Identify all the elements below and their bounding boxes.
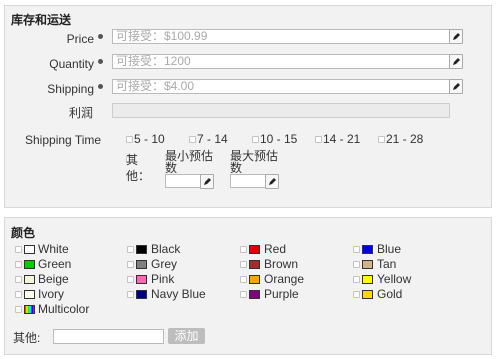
- color-checkbox-blue[interactable]: [353, 246, 360, 253]
- shipping-time-other-label: 其他：: [126, 153, 151, 183]
- color-other-label: 其他:: [13, 331, 41, 345]
- color-checkbox-yellow[interactable]: [353, 276, 360, 283]
- shipping-time-checkbox-7-14[interactable]: [189, 136, 196, 143]
- shipping-time-option-label: 10 - 15: [260, 132, 298, 146]
- color-label-black: Black: [151, 242, 181, 256]
- color-other-input[interactable]: [53, 329, 164, 344]
- pencil-icon: [453, 83, 460, 90]
- quantity-label: Quantity: [49, 57, 94, 71]
- color-label-ivory: Ivory: [38, 287, 65, 301]
- color-checkbox-ivory[interactable]: [15, 291, 22, 298]
- color-swatch-tan: [362, 260, 373, 269]
- colors-panel: 颜色 White Black Red Blue Green Grey Brown…: [4, 217, 492, 355]
- color-swatch-gold: [362, 290, 373, 299]
- color-checkbox-orange[interactable]: [240, 276, 247, 283]
- color-label-red: Red: [264, 242, 287, 256]
- color-swatch-yellow: [362, 275, 373, 284]
- min-estimate-edit-button[interactable]: [200, 174, 214, 189]
- shipping-time-option-label: 21 - 28: [386, 132, 424, 146]
- max-estimate-edit-button[interactable]: [265, 174, 279, 189]
- inventory-title: 库存和运送: [11, 13, 72, 27]
- pencil-icon: [204, 178, 211, 185]
- color-swatch-blue: [362, 245, 373, 254]
- color-label-grey: Grey: [151, 257, 178, 271]
- profit-label: 利润: [68, 106, 93, 120]
- color-checkbox-white[interactable]: [15, 246, 22, 253]
- color-label-orange: Orange: [264, 272, 305, 286]
- color-label-multicolor: Multicolor: [38, 302, 90, 316]
- shipping-input[interactable]: 可接受：$4.00: [112, 79, 451, 94]
- price-input[interactable]: 可接受：$100.99: [112, 29, 451, 44]
- color-swatch-black: [136, 245, 147, 254]
- color-label-blue: Blue: [377, 242, 402, 256]
- color-checkbox-navy-blue[interactable]: [127, 291, 134, 298]
- quantity-input[interactable]: 可接受：1200: [112, 54, 451, 69]
- color-checkbox-gold[interactable]: [353, 291, 360, 298]
- color-checkbox-purple[interactable]: [240, 291, 247, 298]
- color-checkbox-green[interactable]: [15, 261, 22, 268]
- color-checkbox-pink[interactable]: [127, 276, 134, 283]
- min-estimate-input[interactable]: [165, 174, 201, 188]
- color-label-gold: Gold: [377, 287, 403, 301]
- color-swatch-purple: [249, 290, 260, 299]
- shipping-time-option-label: 7 - 14: [197, 132, 228, 146]
- color-swatch-multicolor: [24, 305, 35, 314]
- color-label-tan: Tan: [377, 257, 397, 271]
- max-estimate-label: 最大预估数: [230, 149, 279, 175]
- quantity-info-icon[interactable]: [98, 59, 103, 64]
- color-swatch-ivory: [24, 290, 35, 299]
- color-label-pink: Pink: [151, 272, 175, 286]
- color-checkbox-brown[interactable]: [240, 261, 247, 268]
- color-checkbox-grey[interactable]: [127, 261, 134, 268]
- price-info-icon[interactable]: [98, 34, 103, 39]
- inventory-panel: 库存和运送 Price 可接受：$100.99 Quantity 可接受：120…: [4, 5, 492, 208]
- color-label-yellow: Yellow: [377, 272, 412, 286]
- max-estimate-input[interactable]: [230, 174, 266, 188]
- min-estimate-label: 最小预估数: [165, 149, 214, 175]
- shipping-time-checkbox-5-10[interactable]: [126, 136, 133, 143]
- price-edit-button[interactable]: [449, 29, 463, 44]
- color-checkbox-red[interactable]: [240, 246, 247, 253]
- colors-title: 颜色: [11, 226, 36, 240]
- shipping-time-checkbox-14-21[interactable]: [315, 136, 322, 143]
- quantity-edit-button[interactable]: [449, 54, 463, 69]
- color-label-beige: Beige: [38, 272, 69, 286]
- color-label-brown: Brown: [264, 257, 299, 271]
- pencil-icon: [269, 178, 276, 185]
- color-swatch-navy-blue: [136, 290, 147, 299]
- color-label-white: White: [38, 242, 69, 256]
- pencil-icon: [453, 33, 460, 40]
- color-swatch-white: [24, 245, 35, 254]
- color-checkbox-black[interactable]: [127, 246, 134, 253]
- color-swatch-red: [249, 245, 260, 254]
- shipping-label: Shipping: [47, 82, 94, 96]
- color-swatch-grey: [136, 260, 147, 269]
- color-label-navy-blue: Navy Blue: [151, 287, 206, 301]
- price-label: Price: [66, 32, 94, 46]
- color-swatch-green: [24, 260, 35, 269]
- color-checkbox-multicolor[interactable]: [15, 306, 22, 313]
- color-swatch-brown: [249, 260, 260, 269]
- shipping-info-icon[interactable]: [98, 84, 103, 89]
- color-checkbox-beige[interactable]: [15, 276, 22, 283]
- pencil-icon: [453, 58, 460, 65]
- color-swatch-beige: [24, 275, 35, 284]
- profit-field: [112, 103, 450, 118]
- color-swatch-pink: [136, 275, 147, 284]
- color-add-button[interactable]: 添加: [168, 328, 205, 344]
- shipping-time-option-label: 14 - 21: [323, 132, 361, 146]
- color-swatch-orange: [249, 275, 260, 284]
- shipping-time-label: Shipping Time: [25, 133, 102, 147]
- color-label-purple: Purple: [264, 287, 299, 301]
- color-label-green: Green: [38, 257, 72, 271]
- color-checkbox-tan[interactable]: [353, 261, 360, 268]
- shipping-edit-button[interactable]: [449, 79, 463, 94]
- shipping-time-checkbox-10-15[interactable]: [252, 136, 259, 143]
- shipping-time-option-label: 5 - 10: [134, 132, 165, 146]
- shipping-time-checkbox-21-28[interactable]: [378, 136, 385, 143]
